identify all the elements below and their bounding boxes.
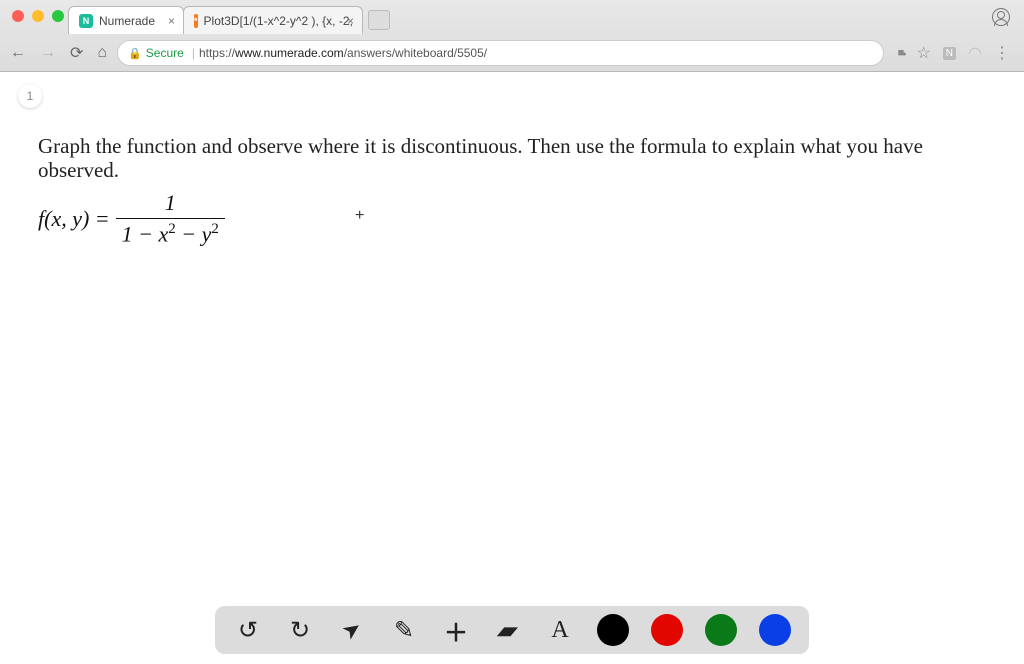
fraction-numerator: 1: [116, 190, 225, 218]
formula: f(x, y) = 1 1 − x2 − y2: [38, 190, 986, 247]
tab-title: Numerade: [99, 14, 155, 28]
color-green[interactable]: [705, 614, 737, 646]
nav-icons: ← → ⟳ ⌂: [10, 43, 107, 63]
add-tool[interactable]: ＋: [441, 615, 471, 645]
favicon-wolfram: *: [194, 14, 198, 28]
separator: |: [192, 46, 195, 60]
url-host: www.numerade.com: [235, 46, 344, 60]
fraction: 1 1 − x2 − y2: [116, 190, 225, 247]
color-red[interactable]: [651, 614, 683, 646]
profile-icon[interactable]: [992, 8, 1010, 26]
tab-title: Plot3D[1/(1-x^2-y^2 ), {x, -2,: [204, 14, 353, 28]
den-minus1: −: [133, 222, 159, 247]
favicon-numerade: N: [79, 14, 93, 28]
url-prefix: https://: [199, 46, 235, 60]
url-text: https://www.numerade.com/answers/whitebo…: [199, 46, 487, 60]
formula-lhs: f(x, y) =: [38, 206, 110, 232]
undo-button[interactable]: ↺: [233, 615, 263, 645]
tab-bar: N Numerade × * Plot3D[1/(1-x^2-y^2 ), {x…: [0, 0, 1024, 34]
browser-chrome: N Numerade × * Plot3D[1/(1-x^2-y^2 ), {x…: [0, 0, 1024, 72]
color-black[interactable]: [597, 614, 629, 646]
den-y: y: [202, 222, 212, 247]
tab-list: N Numerade × * Plot3D[1/(1-x^2-y^2 ), {x…: [68, 0, 390, 34]
eraser-tool[interactable]: ▰: [488, 615, 528, 645]
page-content: 1 Graph the function and observe where i…: [0, 72, 1024, 664]
address-bar[interactable]: 🔒 Secure | https://www.numerade.com/answ…: [117, 40, 883, 66]
color-blue[interactable]: [759, 614, 791, 646]
whiteboard-toolbar: ↺ ↻ ➤ ✎ ＋ ▰ A: [215, 606, 809, 654]
den-x-sq: 2: [168, 221, 175, 237]
forward-button[interactable]: →: [40, 44, 56, 62]
page-number-badge[interactable]: 1: [18, 84, 42, 108]
menu-icon[interactable]: ⋮: [994, 43, 1010, 63]
redo-button[interactable]: ↻: [285, 615, 315, 645]
tab-wolfram[interactable]: * Plot3D[1/(1-x^2-y^2 ), {x, -2, ×: [183, 6, 363, 34]
question-block: Graph the function and observe where it …: [38, 134, 986, 248]
reload-button[interactable]: ⟳: [70, 43, 83, 63]
back-button[interactable]: ←: [10, 44, 26, 62]
window-minimize[interactable]: [32, 10, 44, 22]
text-tool[interactable]: A: [545, 615, 575, 645]
cloud-icon[interactable]: ◠: [968, 43, 982, 63]
window-zoom[interactable]: [52, 10, 64, 22]
window-controls: [12, 10, 64, 22]
lock-icon: 🔒: [128, 47, 142, 60]
den-minus2: −: [176, 222, 202, 247]
den-x: x: [159, 222, 169, 247]
tab-close-icon[interactable]: ×: [347, 14, 354, 28]
den-1: 1: [122, 222, 133, 247]
url-path: /answers/whiteboard/5505/: [344, 46, 487, 60]
addr-right-icons: ■● ☆ N ◠ ⋮: [894, 43, 1014, 63]
new-tab-button[interactable]: [368, 10, 390, 30]
fraction-denominator: 1 − x2 − y2: [116, 218, 225, 247]
pencil-tool[interactable]: ✎: [389, 615, 419, 645]
tab-close-icon[interactable]: ×: [168, 14, 175, 28]
window-close[interactable]: [12, 10, 24, 22]
canvas-cursor: +: [355, 207, 364, 225]
pointer-tool[interactable]: ➤: [331, 609, 373, 651]
bookmark-star-icon[interactable]: ☆: [916, 43, 930, 63]
extension-icon[interactable]: N: [943, 47, 956, 60]
tab-numerade[interactable]: N Numerade ×: [68, 6, 184, 34]
camera-icon[interactable]: ■●: [898, 47, 905, 59]
question-text: Graph the function and observe where it …: [38, 134, 986, 182]
home-button[interactable]: ⌂: [97, 44, 107, 62]
den-y-sq: 2: [211, 221, 218, 237]
address-row: ← → ⟳ ⌂ 🔒 Secure | https://www.numerade.…: [0, 34, 1024, 72]
secure-label: Secure: [146, 46, 184, 60]
